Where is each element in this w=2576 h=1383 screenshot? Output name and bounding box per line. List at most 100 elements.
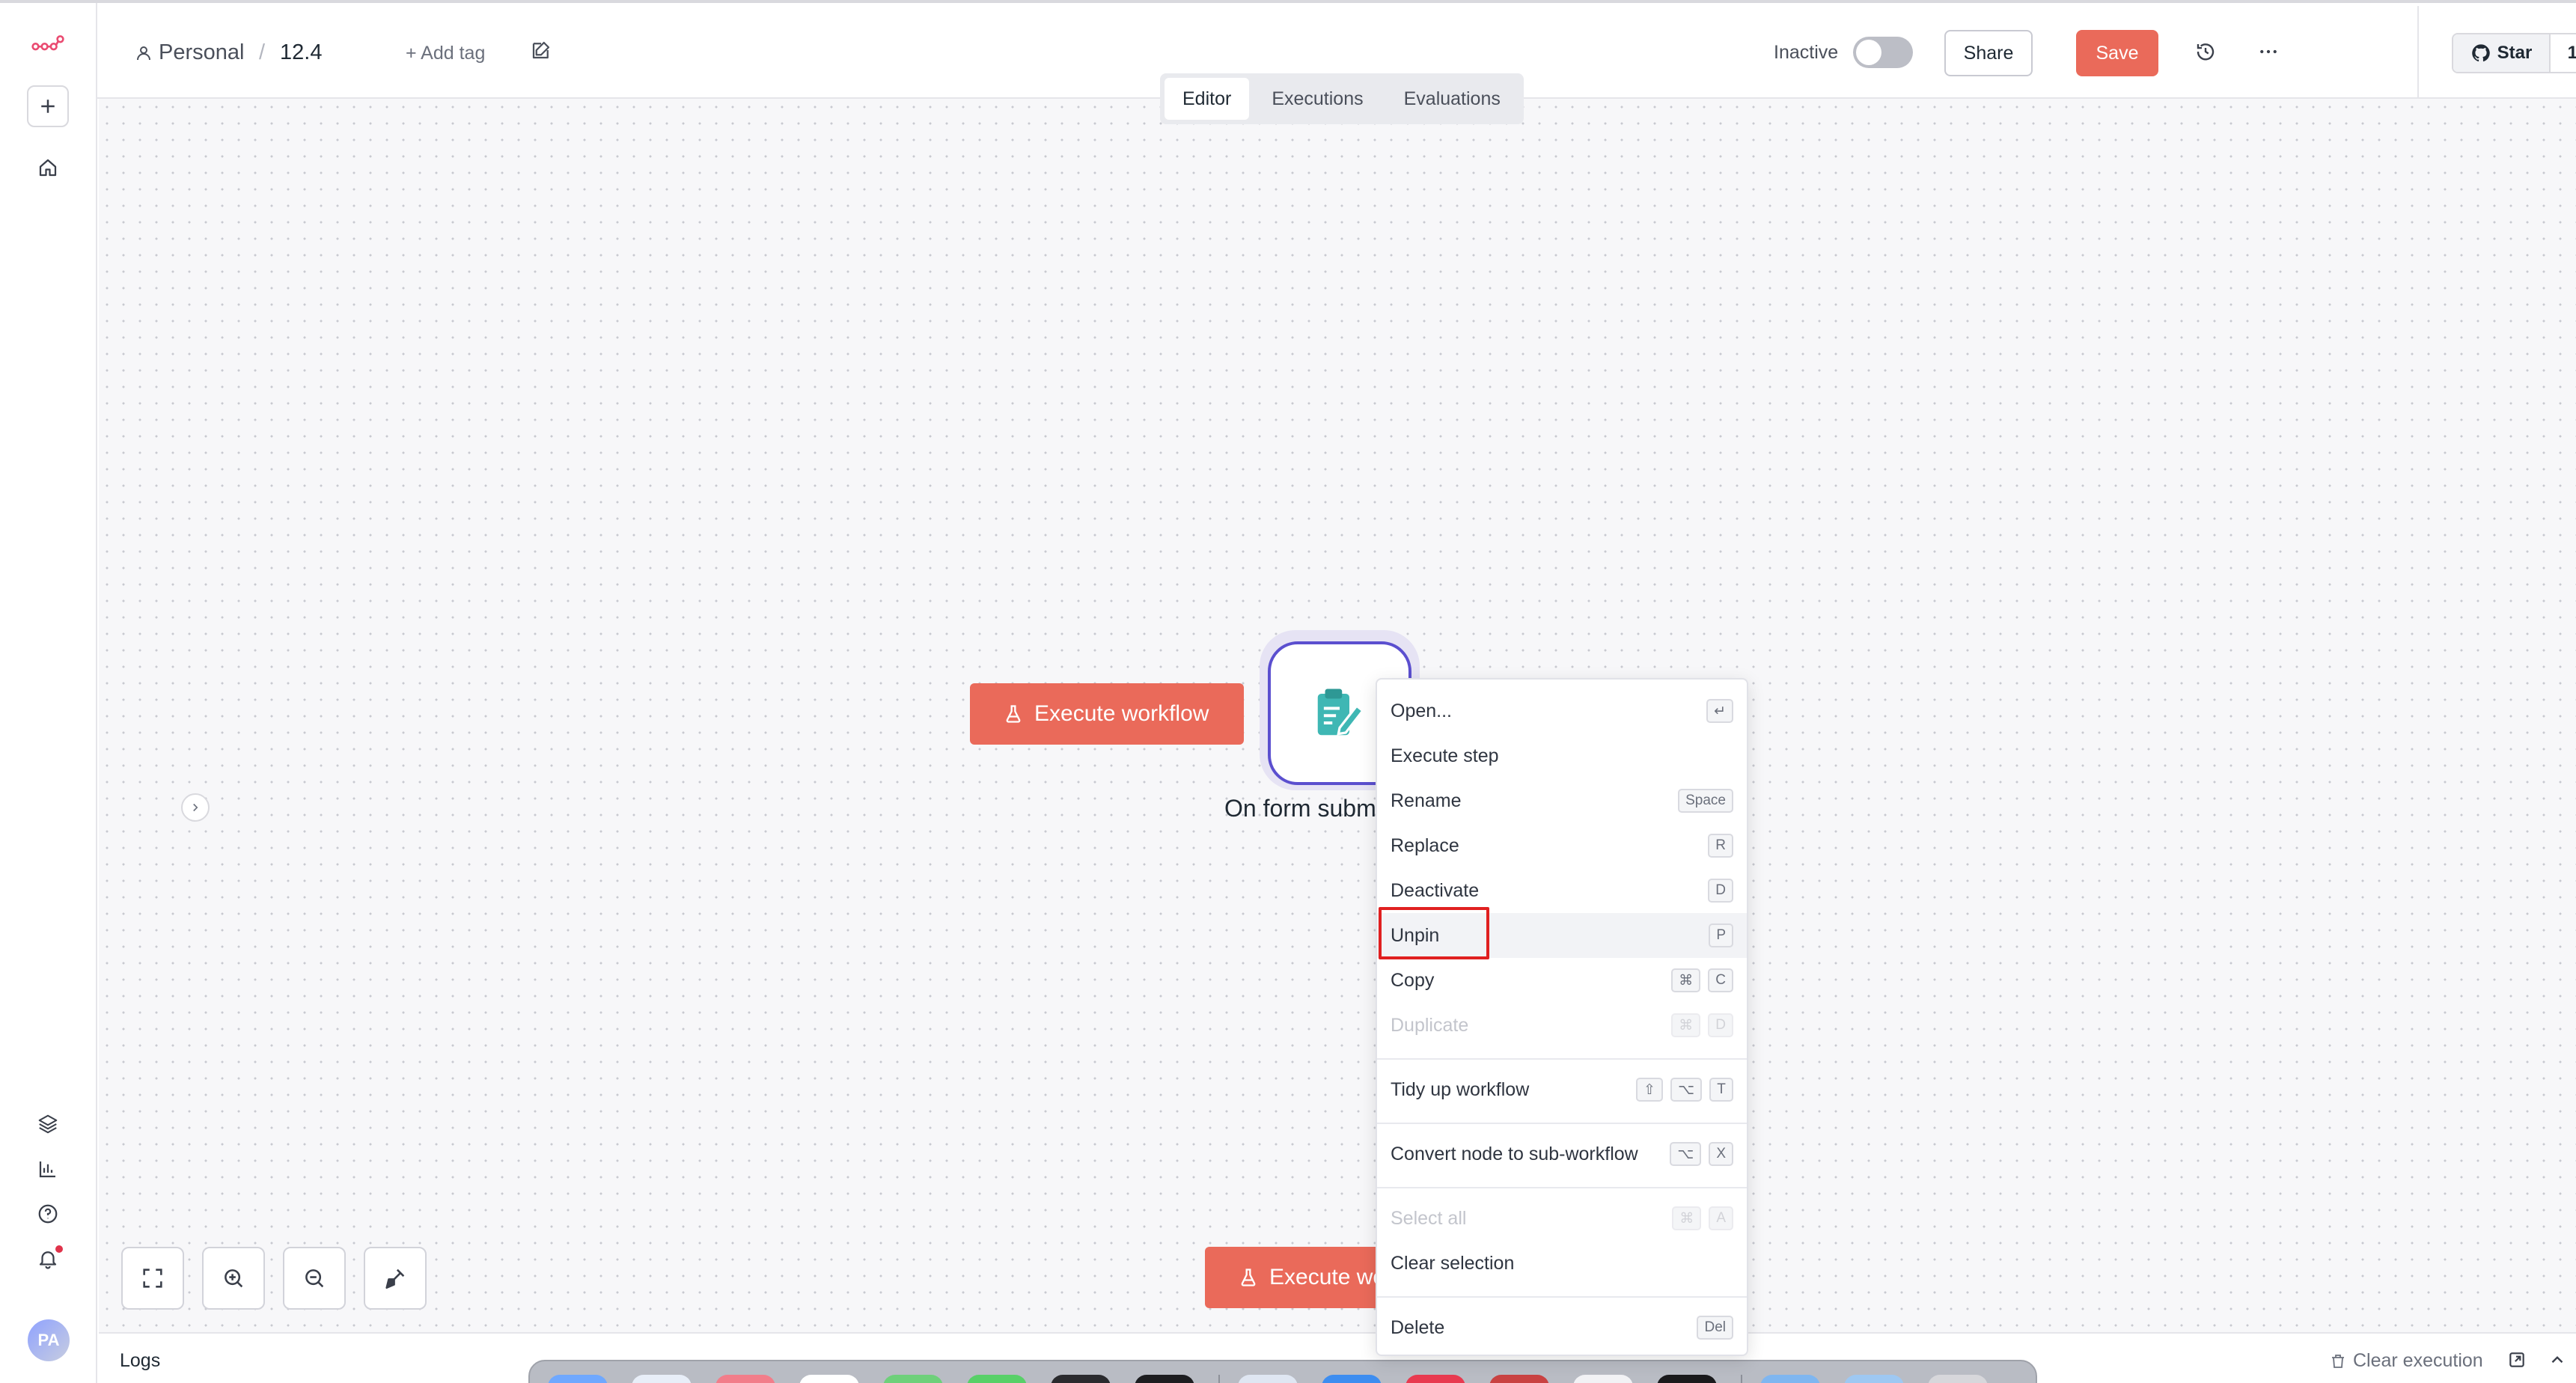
popout-icon[interactable]: [2507, 1350, 2527, 1370]
trash-icon: [2332, 1354, 2344, 1368]
fit-view-button[interactable]: [121, 1247, 184, 1310]
keyboard-shortcut: R: [1708, 834, 1733, 858]
dock-app-books[interactable]: [1489, 1375, 1549, 1383]
keyboard-shortcut: ⌘ D: [1671, 1013, 1733, 1037]
context-menu-item[interactable]: Rename Space: [1377, 778, 1747, 823]
dock-app-activity[interactable]: [1657, 1375, 1717, 1383]
tidy-up-button[interactable]: [364, 1247, 427, 1310]
n8n-logo-icon[interactable]: [27, 24, 69, 66]
github-star-widget[interactable]: Star 160,550: [2452, 33, 2576, 73]
context-menu-item[interactable]: Execute step: [1377, 733, 1747, 778]
expand-sidebar-button[interactable]: [181, 793, 210, 822]
shortcut-key: R: [1708, 834, 1733, 858]
edit-description-icon[interactable]: [530, 39, 552, 61]
execute-workflow-label: Execute workflow: [1034, 701, 1209, 726]
dock-app-calendar[interactable]: [715, 1375, 775, 1383]
context-menu-item[interactable]: Tidy up workflow ⇧ ⌥ T: [1377, 1067, 1747, 1112]
flask-icon: [1241, 1268, 1256, 1286]
execute-workflow-button[interactable]: Execute workflow: [970, 683, 1244, 745]
templates-button[interactable]: [27, 1103, 69, 1145]
home-icon: [39, 159, 57, 177]
create-plus-button[interactable]: [27, 85, 69, 127]
context-menu-item-label: Replace: [1391, 834, 1459, 856]
maximize-icon: [143, 1268, 162, 1288]
broom-icon: [385, 1268, 405, 1289]
context-menu-item[interactable]: Replace R: [1377, 823, 1747, 868]
keyboard-shortcut: Del: [1697, 1316, 1733, 1340]
dock-app-safari[interactable]: [632, 1375, 692, 1383]
tab-evaluations[interactable]: Evaluations: [1386, 78, 1519, 120]
save-button[interactable]: Save: [2076, 30, 2158, 76]
context-menu-separator: [1377, 1187, 1747, 1188]
context-menu-item[interactable]: Copy ⌘ C: [1377, 958, 1747, 1003]
tab-executions[interactable]: Executions: [1254, 78, 1381, 120]
keyboard-shortcut: ⌘ C: [1671, 968, 1733, 992]
active-toggle[interactable]: [1853, 37, 1913, 68]
shortcut-key: A: [1709, 1206, 1733, 1230]
dock-app-messages[interactable]: [883, 1375, 943, 1383]
shortcut-key: D: [1708, 879, 1733, 903]
github-star-count: 160,550: [2551, 34, 2576, 72]
context-menu-item-label: Copy: [1391, 969, 1435, 991]
home-button[interactable]: [27, 147, 69, 189]
dock-app-folder[interactable]: [1760, 1375, 1820, 1383]
more-options-button[interactable]: [2256, 39, 2281, 64]
context-menu-item-label: Rename: [1391, 790, 1462, 811]
dock-app-editor[interactable]: [1135, 1375, 1194, 1383]
zoom-out-button[interactable]: [283, 1247, 346, 1310]
dock-app-downloads[interactable]: [1844, 1375, 1904, 1383]
flask-icon: [1006, 705, 1021, 723]
add-tag-button[interactable]: + Add tag: [406, 43, 485, 64]
shortcut-key: ⇧: [1636, 1078, 1664, 1102]
dock-app-music[interactable]: [1405, 1375, 1465, 1383]
macos-dock: [528, 1360, 2037, 1383]
breadcrumb-project[interactable]: Personal: [135, 40, 244, 65]
context-menu-item[interactable]: Open... ↵: [1377, 689, 1747, 733]
breadcrumb-separator: /: [259, 40, 266, 64]
context-menu-item[interactable]: Clear selection: [1377, 1241, 1747, 1286]
context-menu-item[interactable]: Deactivate D: [1377, 868, 1747, 913]
zoom-in-button[interactable]: [202, 1247, 265, 1310]
clear-execution-button[interactable]: Clear execution: [2329, 1350, 2483, 1372]
context-menu-item[interactable]: Convert node to sub-workflow ⌥ X: [1377, 1132, 1747, 1176]
dock-app-facetime[interactable]: [967, 1375, 1027, 1383]
keyboard-shortcut: ⌘ A: [1672, 1206, 1733, 1230]
dock-app-terminal[interactable]: [1051, 1375, 1111, 1383]
chevron-right-icon: [193, 803, 198, 812]
history-icon: [2197, 43, 2215, 61]
shortcut-key: T: [1709, 1078, 1733, 1102]
form-edit-icon: [1317, 689, 1365, 736]
dock-app-mail[interactable]: [1322, 1375, 1382, 1383]
chevron-up-icon[interactable]: [2548, 1350, 2567, 1370]
keyboard-shortcut: Space: [1678, 789, 1733, 813]
tab-editor[interactable]: Editor: [1165, 78, 1250, 120]
dock-app-preview[interactable]: [1238, 1375, 1298, 1383]
history-button[interactable]: [2193, 39, 2218, 64]
shortcut-key: Space: [1678, 789, 1733, 813]
unpin-highlight-annotation: [1379, 907, 1489, 959]
dock-app-finder[interactable]: [548, 1375, 608, 1383]
context-menu-item-label: Convert node to sub-workflow: [1391, 1143, 1638, 1164]
help-circle-icon: [38, 1204, 58, 1224]
context-menu-item-label: Duplicate: [1391, 1014, 1469, 1036]
toggle-knob: [1856, 40, 1881, 65]
github-icon: [2471, 44, 2490, 62]
zoom-out-icon: [305, 1269, 324, 1288]
dock-app-chrome[interactable]: [799, 1375, 859, 1383]
workflow-name[interactable]: 12.4: [280, 40, 322, 65]
user-avatar[interactable]: PA: [28, 1319, 70, 1361]
bar-chart-icon: [39, 1161, 55, 1178]
dock-separator: [1218, 1375, 1220, 1383]
keyboard-shortcut: P: [1709, 923, 1733, 947]
notifications-button[interactable]: [27, 1238, 69, 1280]
context-menu-separator: [1377, 1123, 1747, 1124]
dock-app-photos[interactable]: [1573, 1375, 1633, 1383]
dock-app-trash[interactable]: [1928, 1375, 1988, 1383]
help-button[interactable]: [27, 1193, 69, 1235]
insights-button[interactable]: [27, 1148, 69, 1190]
share-button[interactable]: Share: [1944, 30, 2033, 76]
layers-icon: [38, 1114, 58, 1134]
breadcrumb-project-label: Personal: [159, 40, 245, 64]
context-menu-item[interactable]: Delete Del: [1377, 1305, 1747, 1350]
github-star-button[interactable]: Star: [2453, 34, 2551, 72]
